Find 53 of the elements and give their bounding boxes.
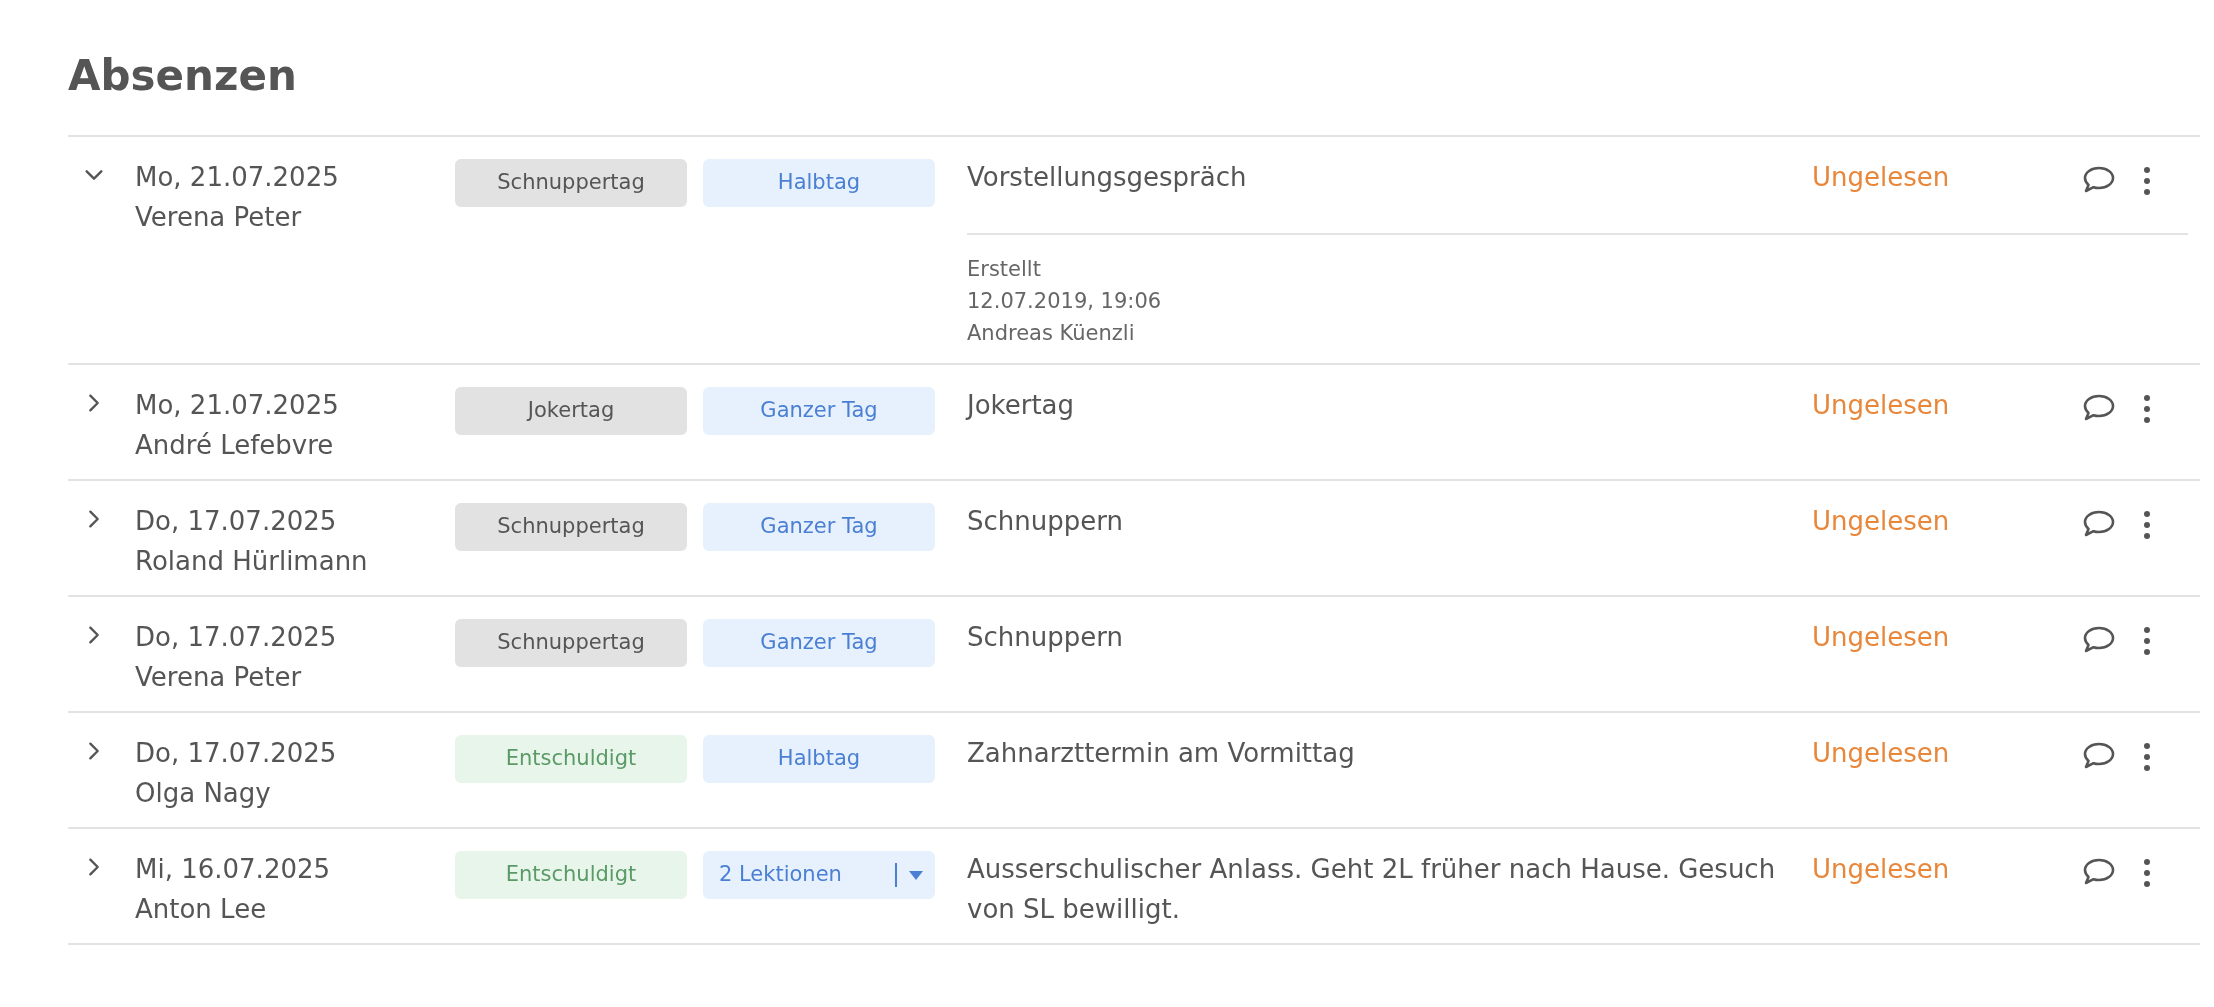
absence-date: Mo, 21.07.2025 (135, 389, 340, 422)
more-options-icon[interactable] (2144, 625, 2150, 655)
created-info-line: 12.07.2019, 19:06 (967, 288, 1163, 315)
absence-description: Zahnarzttermin am Vormittag (967, 737, 1356, 770)
absence-type-tag: Schnuppertag (455, 503, 687, 551)
absence-type-tag: Schnuppertag (455, 619, 687, 667)
created-info-line: Andreas Küenzli (967, 320, 1136, 347)
read-status: Ungelesen (1812, 621, 1951, 654)
read-status: Ungelesen (1812, 505, 1951, 538)
student-name: Roland Hürlimann (135, 545, 369, 578)
absence-type-tag: Jokertag (455, 387, 687, 435)
absence-description: Schnuppern (967, 505, 1124, 538)
comment-icon[interactable] (2082, 165, 2116, 195)
student-name: Verena Peter (135, 661, 303, 694)
absence-date: Do, 17.07.2025 (135, 737, 338, 770)
more-options-icon[interactable] (2144, 393, 2150, 423)
comment-icon[interactable] (2082, 509, 2116, 539)
absence-date: Do, 17.07.2025 (135, 621, 338, 654)
comment-icon[interactable] (2082, 741, 2116, 771)
student-name: Anton Lee (135, 893, 268, 926)
absence-description: Jokertag (967, 389, 1076, 422)
duration-tag: Ganzer Tag (703, 387, 935, 435)
duration-dropdown[interactable]: 2 Lektionen (703, 851, 935, 899)
student-name: Olga Nagy (135, 777, 272, 810)
duration-tag: Halbtag (703, 735, 935, 783)
absence-description: Ausserschulischer Anlass. Geht 2L früher nach Hause. Gesuch von SL bewilligt. (967, 853, 1777, 926)
absence-description: Vorstellungsgespräch (967, 161, 1248, 194)
more-options-icon[interactable] (2144, 857, 2150, 887)
more-options-icon[interactable] (2144, 741, 2150, 771)
created-info-line: Erstellt (967, 256, 1042, 283)
comment-icon[interactable] (2082, 625, 2116, 655)
absence-description: Schnuppern (967, 621, 1124, 654)
absence-type-tag: Entschuldigt (455, 735, 687, 783)
caret-down-icon (909, 870, 923, 880)
read-status: Ungelesen (1812, 853, 1951, 886)
absence-date: Mi, 16.07.2025 (135, 853, 332, 886)
absence-type-tag: Entschuldigt (455, 851, 687, 899)
more-options-icon[interactable] (2144, 165, 2150, 195)
duration-tag: Halbtag (703, 159, 935, 207)
student-name: Verena Peter (135, 201, 303, 234)
absence-type-tag: Schnuppertag (455, 159, 687, 207)
absence-date: Do, 17.07.2025 (135, 505, 338, 538)
read-status: Ungelesen (1812, 161, 1951, 194)
absence-date: Mo, 21.07.2025 (135, 161, 340, 194)
comment-icon[interactable] (2082, 857, 2116, 887)
more-options-icon[interactable] (2144, 509, 2150, 539)
read-status: Ungelesen (1812, 389, 1951, 422)
student-name: André Lefebvre (135, 429, 335, 462)
duration-tag: Ganzer Tag (703, 503, 935, 551)
duration-tag: Ganzer Tag (703, 619, 935, 667)
page-title: Absenzen (68, 50, 298, 102)
comment-icon[interactable] (2082, 393, 2116, 423)
read-status: Ungelesen (1812, 737, 1951, 770)
